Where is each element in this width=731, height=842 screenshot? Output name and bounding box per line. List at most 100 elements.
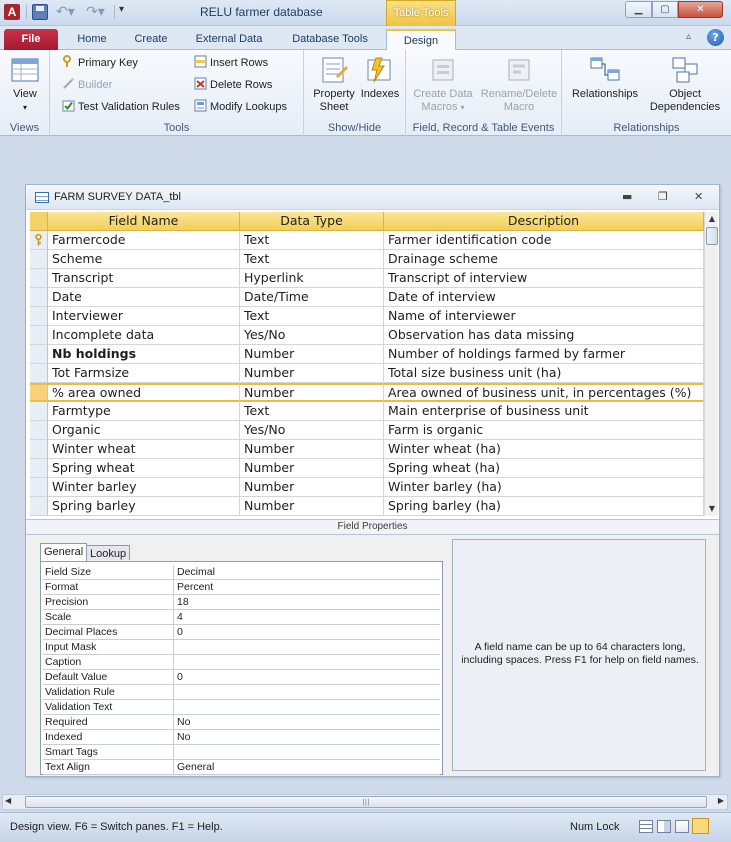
- table-row[interactable]: Nb holdings Number Number of holdings farm…: [30, 345, 704, 364]
- field-name-cell[interactable]: Nb holdings: [48, 345, 240, 364]
- property-row[interactable]: Validation Text: [43, 700, 440, 715]
- table-row[interactable]: Spring barley Number Spring barley (ha): [30, 497, 704, 516]
- description-cell[interactable]: Farmer identification code: [384, 231, 704, 250]
- tab-create[interactable]: Create: [128, 29, 174, 50]
- column-header-field-name[interactable]: Field Name: [48, 212, 240, 231]
- field-name-cell[interactable]: Date: [48, 288, 240, 307]
- row-selector[interactable]: [30, 478, 48, 497]
- property-row[interactable]: Validation Rule: [43, 685, 440, 700]
- property-sheet-button[interactable]: Property Sheet: [308, 54, 360, 114]
- description-cell[interactable]: Drainage scheme: [384, 250, 704, 269]
- close-button[interactable]: ✕: [678, 1, 723, 18]
- property-row[interactable]: Smart Tags: [43, 745, 440, 760]
- field-name-cell[interactable]: Transcript: [48, 269, 240, 288]
- table-row[interactable]: Transcript Hyperlink Transcript of intervi…: [30, 269, 704, 288]
- table-row[interactable]: Farmtype Text Main enterprise of business …: [30, 402, 704, 421]
- data-type-cell[interactable]: Date/Time: [240, 288, 384, 307]
- tab-general[interactable]: General: [40, 543, 88, 561]
- description-cell[interactable]: Number of holdings farmed by farmer: [384, 345, 704, 364]
- field-name-cell[interactable]: % area owned: [48, 383, 240, 402]
- data-type-cell[interactable]: Hyperlink: [240, 269, 384, 288]
- pivotchart-view-icon[interactable]: [675, 820, 689, 833]
- customize-quick-access-icon[interactable]: ▾: [119, 4, 135, 20]
- data-type-cell[interactable]: Number: [240, 364, 384, 383]
- property-value[interactable]: No: [174, 730, 440, 745]
- modify-lookups-button[interactable]: Modify Lookups: [194, 99, 287, 113]
- test-validation-rules-button[interactable]: Test Validation Rules: [62, 99, 180, 113]
- table-row[interactable]: Winter barley Number Winter barley (ha): [30, 478, 704, 497]
- insert-rows-button[interactable]: Insert Rows: [194, 55, 268, 69]
- property-row[interactable]: Precision 18: [43, 595, 440, 610]
- tab-design[interactable]: Design: [386, 29, 456, 51]
- scroll-down-arrow-icon[interactable]: ▼: [705, 502, 719, 516]
- tab-database-tools[interactable]: Database Tools: [284, 29, 376, 50]
- property-value[interactable]: [174, 745, 440, 760]
- field-name-cell[interactable]: Winter barley: [48, 478, 240, 497]
- row-selector[interactable]: [30, 250, 48, 269]
- table-row-selected[interactable]: % area owned Number Area owned of business…: [30, 383, 704, 402]
- design-view-icon[interactable]: [692, 818, 709, 834]
- field-name-cell[interactable]: Scheme: [48, 250, 240, 269]
- ribbon-collapse-icon[interactable]: ▵: [686, 31, 691, 42]
- description-cell[interactable]: Observation has data missing: [384, 326, 704, 345]
- data-type-cell[interactable]: Number: [240, 478, 384, 497]
- field-name-cell[interactable]: Tot Farmsize: [48, 364, 240, 383]
- tab-file[interactable]: File: [4, 29, 58, 50]
- table-window-titlebar[interactable]: FARM SURVEY DATA_tbl ▬ ❐ ✕: [26, 185, 719, 210]
- help-icon[interactable]: ?: [707, 29, 724, 46]
- property-row[interactable]: Scale 4: [43, 610, 440, 625]
- scrollbar-thumb[interactable]: |||: [25, 796, 707, 808]
- property-value[interactable]: No: [174, 715, 440, 730]
- property-value[interactable]: 0: [174, 625, 440, 640]
- table-row[interactable]: Incomplete data Yes/No Observation has dat…: [30, 326, 704, 345]
- row-selector[interactable]: [30, 269, 48, 288]
- maximize-button[interactable]: ▢: [652, 1, 678, 18]
- data-type-cell[interactable]: Number: [240, 345, 384, 364]
- data-type-cell[interactable]: Yes/No: [240, 421, 384, 440]
- scroll-up-arrow-icon[interactable]: ▲: [705, 212, 719, 226]
- property-value[interactable]: [174, 640, 440, 655]
- data-type-cell[interactable]: Text: [240, 231, 384, 250]
- field-name-cell[interactable]: Farmercode: [48, 231, 240, 250]
- row-selector[interactable]: [30, 402, 48, 421]
- datasheet-view-icon[interactable]: [639, 820, 653, 833]
- pivottable-view-icon[interactable]: [657, 820, 671, 833]
- row-selector[interactable]: [30, 307, 48, 326]
- minimize-button[interactable]: ▁: [625, 1, 652, 18]
- column-header-description[interactable]: Description: [384, 212, 704, 231]
- table-row[interactable]: Interviewer Text Name of interviewer: [30, 307, 704, 326]
- horizontal-scrollbar[interactable]: ◀ ||| ▶: [2, 794, 728, 810]
- table-row[interactable]: Farmercode Text Farmer identification code: [30, 231, 704, 250]
- description-cell[interactable]: Spring wheat (ha): [384, 459, 704, 478]
- description-cell[interactable]: Date of interview: [384, 288, 704, 307]
- tab-home[interactable]: Home: [70, 29, 114, 50]
- row-selector[interactable]: [30, 383, 48, 402]
- property-row[interactable]: Default Value 0: [43, 670, 440, 685]
- row-selector[interactable]: [30, 345, 48, 364]
- description-cell[interactable]: Winter barley (ha): [384, 478, 704, 497]
- field-name-cell[interactable]: Farmtype: [48, 402, 240, 421]
- indexes-button[interactable]: Indexes: [358, 54, 402, 101]
- description-cell[interactable]: Winter wheat (ha): [384, 440, 704, 459]
- row-selector[interactable]: [30, 231, 48, 250]
- description-cell[interactable]: Total size business unit (ha): [384, 364, 704, 383]
- primary-key-button[interactable]: Primary Key: [62, 55, 138, 69]
- data-type-cell[interactable]: Text: [240, 250, 384, 269]
- row-selector[interactable]: [30, 326, 48, 345]
- row-selector[interactable]: [30, 459, 48, 478]
- scrollbar-thumb[interactable]: [706, 227, 718, 245]
- access-app-icon[interactable]: A: [4, 4, 20, 20]
- data-type-cell[interactable]: Yes/No: [240, 326, 384, 345]
- redo-icon[interactable]: ↷▾: [86, 4, 105, 20]
- data-type-cell[interactable]: Number: [240, 440, 384, 459]
- grid-vertical-scrollbar[interactable]: ▲ ▼: [704, 212, 718, 516]
- row-selector[interactable]: [30, 440, 48, 459]
- data-type-cell[interactable]: Number: [240, 497, 384, 516]
- data-type-cell[interactable]: Text: [240, 402, 384, 421]
- row-selector[interactable]: [30, 497, 48, 516]
- column-header-data-type[interactable]: Data Type: [240, 212, 384, 231]
- field-name-cell[interactable]: Spring wheat: [48, 459, 240, 478]
- field-name-cell[interactable]: Incomplete data: [48, 326, 240, 345]
- table-row[interactable]: Spring wheat Number Spring wheat (ha): [30, 459, 704, 478]
- doc-close-icon[interactable]: ✕: [694, 190, 703, 203]
